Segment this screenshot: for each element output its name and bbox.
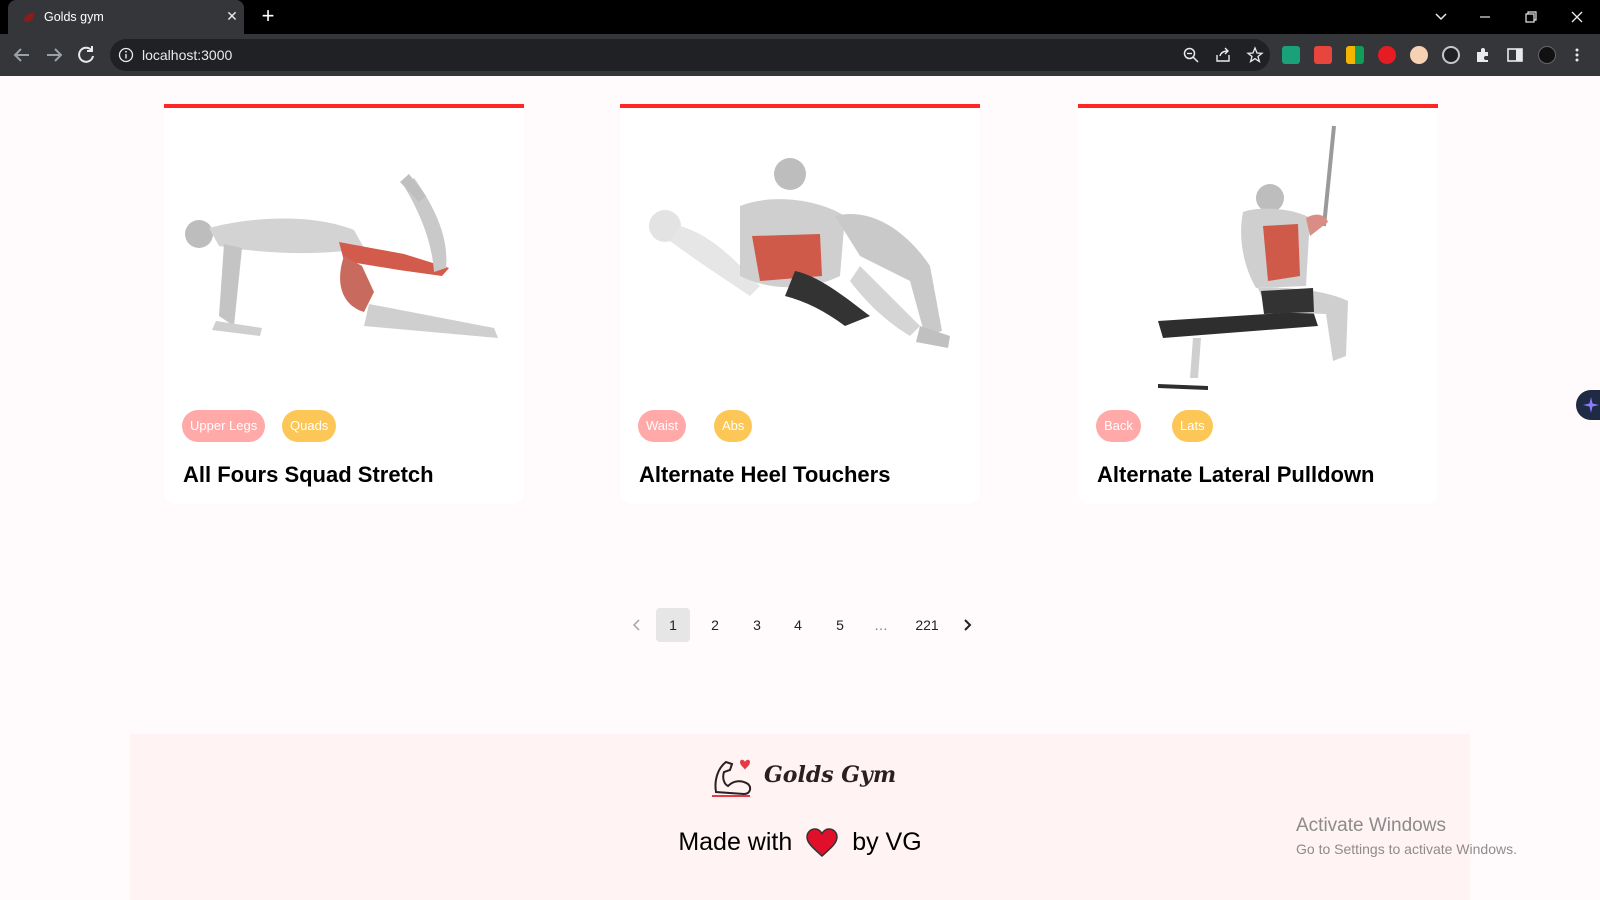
extensions-puzzle-icon[interactable] [1474, 46, 1492, 64]
browser-tab[interactable]: Golds gym ✕ [8, 0, 244, 34]
exercise-card[interactable]: Upper Legs Quads All Fours Squad Stretch [164, 104, 524, 504]
extension-capsule-icon[interactable] [1410, 46, 1428, 64]
exercise-gif [1158, 125, 1348, 390]
exercise-gif [649, 158, 950, 348]
heart-icon [806, 828, 838, 858]
page-ellipsis: … [874, 617, 888, 633]
footer: Golds Gym Made with by VG [130, 734, 1470, 900]
reload-icon[interactable] [74, 43, 98, 67]
back-arrow-icon[interactable] [10, 43, 34, 67]
share-icon[interactable] [1214, 46, 1232, 64]
page-button-4[interactable]: 4 [781, 608, 815, 642]
sidebar-assistant-button[interactable] [1576, 390, 1600, 420]
browser-tab-bar: Golds gym ✕ + [0, 0, 1600, 34]
extension-palette-icon[interactable] [1346, 46, 1364, 64]
profile-avatar[interactable] [1538, 46, 1556, 64]
exercise-gif [185, 174, 498, 338]
extension-red-icon[interactable] [1314, 46, 1332, 64]
target-muscle-tag[interactable]: Lats [1172, 410, 1213, 442]
extension-dark-icon[interactable] [1442, 46, 1460, 64]
close-window-icon[interactable] [1566, 6, 1588, 28]
gym-favicon-icon [24, 12, 35, 22]
pagination: 1 2 3 4 5 … 221 [620, 608, 980, 642]
page-button-5[interactable]: 5 [823, 608, 857, 642]
made-with-text: Made with [678, 828, 793, 856]
site-info-icon[interactable] [118, 47, 134, 63]
more-menu-icon[interactable] [1568, 46, 1586, 64]
body-part-tag[interactable]: Back [1096, 410, 1141, 442]
exercise-name: Alternate Lateral Pulldown [1097, 462, 1375, 487]
next-page-icon[interactable] [950, 608, 984, 642]
page-button-last[interactable]: 221 [909, 608, 945, 642]
made-with-line: Made with by VG [130, 828, 1470, 858]
address-bar[interactable]: localhost:3000 [110, 39, 1270, 71]
page-button-2[interactable]: 2 [698, 608, 732, 642]
side-panel-icon[interactable] [1506, 46, 1524, 64]
exercise-card[interactable]: Back Lats Alternate Lateral Pulldown [1078, 104, 1438, 504]
windows-activation-title: Activate Windows [1296, 815, 1446, 836]
extension-adblock-icon[interactable] [1378, 46, 1396, 64]
windows-activation-subtitle: Go to Settings to activate Windows. [1296, 841, 1517, 857]
exercise-card[interactable]: Waist Abs Alternate Heel Touchers [620, 104, 980, 504]
footer-logo[interactable]: Golds Gym [710, 754, 910, 800]
author-text: by VG [852, 828, 922, 856]
flexing-arm-logo-icon [712, 759, 752, 797]
exercise-name: All Fours Squad Stretch [183, 462, 434, 487]
prev-page-icon[interactable] [620, 608, 654, 642]
target-muscle-tag[interactable]: Quads [282, 410, 337, 442]
tab-search-icon[interactable] [1430, 6, 1452, 28]
tab-title: Golds gym [44, 10, 104, 24]
exercise-name: Alternate Heel Touchers [639, 462, 891, 487]
page-button-3[interactable]: 3 [740, 608, 774, 642]
browser-toolbar: localhost:3000 [0, 34, 1600, 76]
restore-icon[interactable] [1520, 6, 1542, 28]
minimize-icon[interactable] [1474, 6, 1496, 28]
url-text[interactable]: localhost:3000 [142, 47, 232, 63]
page-button-1[interactable]: 1 [656, 608, 690, 642]
bookmark-star-icon[interactable] [1246, 46, 1264, 64]
forward-arrow-icon[interactable] [42, 43, 66, 67]
zoom-icon[interactable] [1182, 46, 1200, 64]
footer-logo-text: Golds Gym [764, 762, 897, 788]
extension-mail-icon[interactable] [1282, 46, 1300, 64]
tab-close-icon[interactable]: ✕ [224, 8, 240, 24]
body-part-tag[interactable]: Upper Legs [182, 410, 266, 442]
target-muscle-tag[interactable]: Abs [714, 410, 753, 442]
body-part-tag[interactable]: Waist [638, 410, 687, 442]
sparkle-icon [1583, 397, 1599, 413]
new-tab-button[interactable]: + [256, 5, 280, 29]
